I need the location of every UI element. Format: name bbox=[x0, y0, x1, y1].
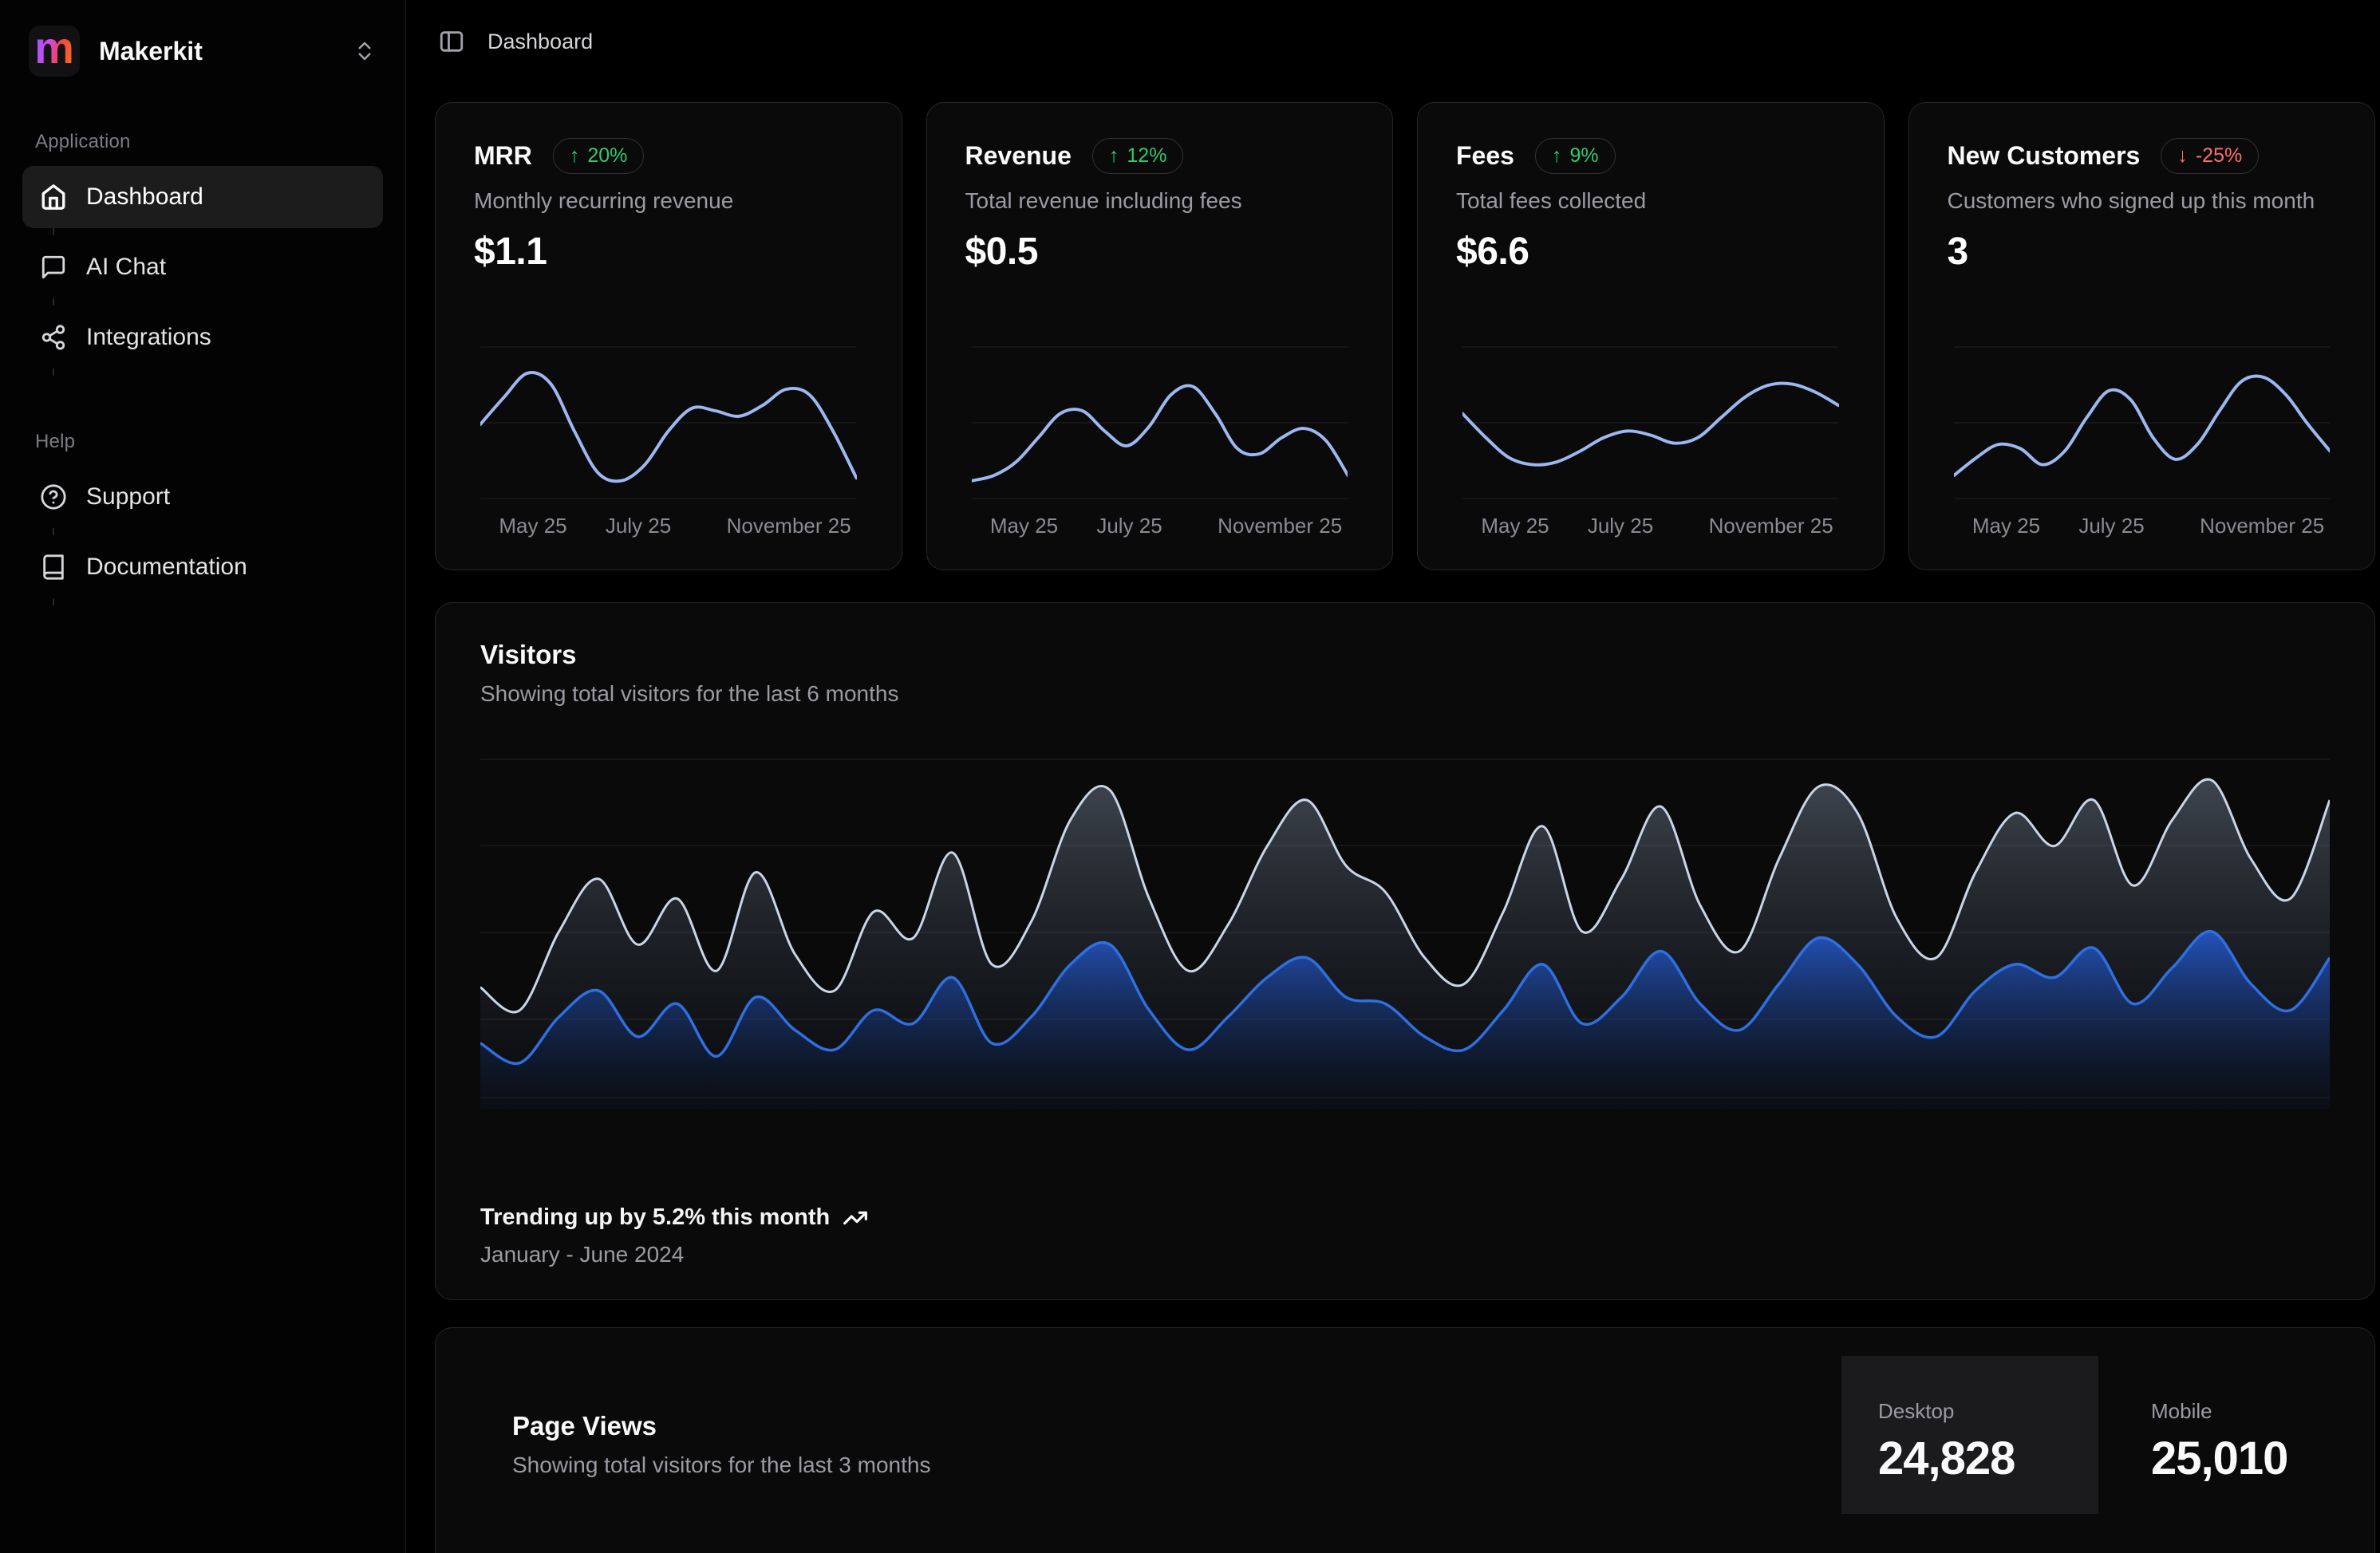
sidebar-item-integrations[interactable]: Integrations bbox=[22, 306, 383, 369]
x-tick: November 25 bbox=[727, 514, 851, 538]
sparkline-chart bbox=[1954, 345, 2331, 501]
sidebar-item-ai-chat[interactable]: AI Chat bbox=[22, 236, 383, 298]
stat-card-mrr: MRR ↑20% Monthly recurring revenue $1.1 … bbox=[435, 102, 902, 570]
x-tick: May 25 bbox=[1972, 514, 2040, 538]
panel-left-icon[interactable] bbox=[438, 28, 465, 55]
dashboard-content: MRR ↑20% Monthly recurring revenue $1.1 … bbox=[406, 83, 2380, 1553]
page-views-toggle-group: Desktop 24,828 Mobile 25,010 bbox=[1841, 1356, 2338, 1553]
app-name: Makerkit bbox=[99, 37, 203, 66]
stat-label: Desktop bbox=[1878, 1399, 2098, 1424]
stat-description: Total revenue including fees bbox=[965, 188, 1355, 214]
stat-value: $0.5 bbox=[965, 230, 1355, 274]
x-tick: July 25 bbox=[1096, 514, 1162, 538]
makerkit-logo: m bbox=[29, 26, 80, 77]
stat-cards-row: MRR ↑20% Monthly recurring revenue $1.1 … bbox=[435, 102, 2375, 570]
sparkline-chart bbox=[480, 345, 857, 501]
stat-title: MRR bbox=[474, 141, 532, 171]
page-views-card: Page Views Showing total visitors for th… bbox=[435, 1327, 2375, 1553]
stat-value: 25,010 bbox=[2151, 1432, 2338, 1485]
page-views-mobile-toggle[interactable]: Mobile 25,010 bbox=[2098, 1356, 2338, 1514]
x-tick: May 25 bbox=[1481, 514, 1549, 538]
x-tick: May 25 bbox=[990, 514, 1058, 538]
sparkline-x-axis: May 25 July 25 November 25 bbox=[1462, 514, 1839, 541]
x-tick: July 25 bbox=[2078, 514, 2144, 538]
visitors-footer: Trending up by 5.2% this month January -… bbox=[480, 1204, 2330, 1267]
stat-title: Fees bbox=[1456, 141, 1514, 171]
stat-value: $6.6 bbox=[1456, 230, 1845, 274]
sidebar-item-dashboard[interactable]: Dashboard bbox=[22, 166, 383, 228]
badge-label: -25% bbox=[2196, 144, 2242, 168]
top-bar: Dashboard bbox=[406, 0, 2380, 83]
workspace-selector[interactable]: m Makerkit bbox=[22, 21, 383, 81]
main-area: Dashboard MRR ↑ 20% Monthly recurring rev… bbox=[406, 0, 2380, 1553]
stat-card-new-customers: New Customers ↓ -25% Customers who signed… bbox=[1908, 102, 2376, 570]
arrow-up-icon: ↑ bbox=[570, 144, 580, 168]
sidebar-nav-application: Dashboard AI Chat Integrations bbox=[22, 166, 383, 369]
page-views-desktop-toggle[interactable]: Desktop 24,828 bbox=[1841, 1356, 2098, 1514]
trend-badge: ↑ 9% bbox=[1535, 138, 1616, 174]
stat-card-fees: Fees ↑ 9% Total fees collected $6.6 May 2… bbox=[1417, 102, 1885, 570]
x-tick: November 25 bbox=[1709, 514, 1833, 538]
stat-title: New Customers bbox=[1948, 141, 2141, 171]
x-tick: November 25 bbox=[2200, 514, 2324, 538]
stat-label: Mobile bbox=[2151, 1399, 2338, 1424]
x-tick: May 25 bbox=[499, 514, 566, 538]
sidebar: m Makerkit Application Dashboard AI Chat… bbox=[0, 0, 406, 1553]
sidebar-item-label: Support bbox=[86, 483, 170, 510]
stat-value: 24,828 bbox=[1878, 1432, 2098, 1485]
stat-description: Monthly recurring revenue bbox=[474, 188, 863, 214]
page-views-subtitle: Showing total visitors for the last 3 mo… bbox=[512, 1452, 930, 1478]
chat-icon bbox=[40, 254, 67, 281]
sidebar-item-documentation[interactable]: Documentation bbox=[22, 536, 383, 598]
sparkline-x-axis: May 25 July 25 November 25 bbox=[480, 514, 857, 541]
stat-value: $1.1 bbox=[474, 230, 863, 274]
stat-value: 3 bbox=[1948, 230, 2337, 274]
chevrons-up-down-icon bbox=[353, 39, 377, 63]
sparkline-x-axis: May 25 July 25 November 25 bbox=[1954, 514, 2331, 541]
share-icon bbox=[40, 324, 67, 351]
book-icon bbox=[40, 554, 67, 581]
x-tick: July 25 bbox=[606, 514, 671, 538]
arrow-down-icon: ↓ bbox=[2177, 144, 2188, 168]
trending-up-icon bbox=[843, 1205, 868, 1231]
badge-label: 9% bbox=[1569, 144, 1598, 168]
stat-card-revenue: Revenue ↑ 12% Total revenue including fee… bbox=[926, 102, 1394, 570]
home-icon bbox=[40, 183, 67, 211]
badge-label: 12% bbox=[1127, 144, 1166, 168]
visitors-date-range: January - June 2024 bbox=[480, 1242, 2330, 1267]
stat-title: Revenue bbox=[965, 141, 1072, 171]
sidebar-item-label: AI Chat bbox=[86, 254, 166, 281]
sidebar-section-help: Help bbox=[35, 431, 370, 453]
stat-description: Total fees collected bbox=[1456, 188, 1845, 214]
sidebar-item-label: Integrations bbox=[86, 324, 211, 351]
visitors-subtitle: Showing total visitors for the last 6 mo… bbox=[480, 681, 2330, 707]
logo-letter: m bbox=[34, 26, 74, 70]
stat-description: Customers who signed up this month bbox=[1948, 188, 2337, 214]
sidebar-nav-help: Support Documentation bbox=[22, 466, 383, 598]
arrow-up-icon: ↑ bbox=[1552, 144, 1562, 168]
sidebar-section-application: Application bbox=[35, 131, 370, 153]
breadcrumb: Dashboard bbox=[487, 30, 593, 54]
arrow-up-icon: ↑ bbox=[1109, 144, 1119, 168]
badge-label: 20% bbox=[587, 144, 627, 168]
help-circle-icon bbox=[40, 483, 67, 510]
sparkline-chart bbox=[972, 345, 1348, 501]
visitors-title: Visitors bbox=[480, 640, 2330, 670]
sparkline-chart bbox=[1462, 345, 1839, 501]
trend-badge: ↑ 12% bbox=[1092, 138, 1184, 174]
sidebar-item-support[interactable]: Support bbox=[22, 466, 383, 528]
x-tick: July 25 bbox=[1588, 514, 1653, 538]
page-views-title: Page Views bbox=[512, 1411, 930, 1441]
trend-badge: ↑ 20% bbox=[553, 138, 645, 174]
sidebar-item-label: Dashboard bbox=[86, 183, 203, 211]
visitors-area-chart bbox=[480, 758, 2330, 1109]
sparkline-x-axis: May 25 July 25 November 25 bbox=[972, 514, 1348, 541]
x-tick: November 25 bbox=[1218, 514, 1342, 538]
visitors-card: Visitors Showing total visitors for the … bbox=[435, 602, 2375, 1300]
trend-badge: ↓ -25% bbox=[2161, 138, 2259, 174]
sidebar-item-label: Documentation bbox=[86, 554, 247, 581]
trend-text: Trending up by 5.2% this month bbox=[480, 1204, 830, 1231]
